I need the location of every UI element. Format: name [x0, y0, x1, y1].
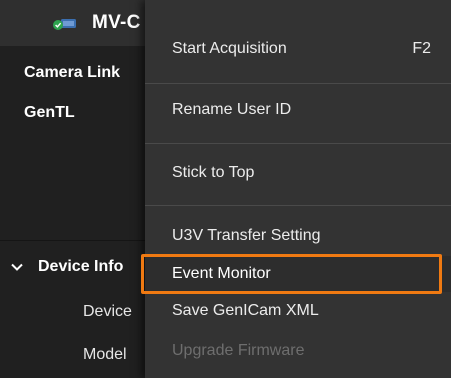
menu-item-u3v-transfer-setting[interactable]: U3V Transfer Setting — [145, 218, 451, 254]
menu-item-label: Upgrade Firmware — [172, 342, 305, 359]
context-menu: Start Acquisition F2 Rename User ID Stic… — [145, 0, 451, 378]
menu-item-save-genicam-xml[interactable]: Save GenICam XML — [145, 293, 451, 329]
device-info-label: Device Info — [38, 258, 124, 275]
camera-icon — [52, 17, 78, 31]
menu-item-label: Start Acquisition — [172, 40, 287, 57]
menu-separator — [145, 143, 451, 144]
menu-item-label: Rename User ID — [172, 101, 292, 118]
camera-title: MV-C — [92, 12, 141, 33]
menu-separator — [145, 205, 451, 206]
menu-item-rename-user-id[interactable]: Rename User ID — [145, 92, 451, 128]
menu-item-upgrade-firmware: Upgrade Firmware — [145, 333, 451, 369]
menu-item-shortcut: F2 — [412, 40, 431, 57]
menu-item-label: Event Monitor — [172, 265, 271, 282]
menu-separator — [145, 83, 451, 84]
chevron-down-icon — [10, 260, 24, 274]
property-label-model: Model — [83, 346, 127, 363]
menu-item-label: Stick to Top — [172, 164, 255, 181]
menu-item-event-monitor[interactable]: Event Monitor — [145, 256, 451, 292]
menu-item-label: U3V Transfer Setting — [172, 227, 321, 244]
property-label-device: Device — [83, 303, 132, 320]
menu-item-start-acquisition[interactable]: Start Acquisition F2 — [145, 31, 451, 67]
menu-item-label: Save GenICam XML — [172, 302, 319, 319]
menu-item-stick-to-top[interactable]: Stick to Top — [145, 155, 451, 191]
tree-item-gentl[interactable]: GenTL — [24, 104, 75, 122]
tree-item-camera-link[interactable]: Camera Link — [24, 64, 120, 82]
